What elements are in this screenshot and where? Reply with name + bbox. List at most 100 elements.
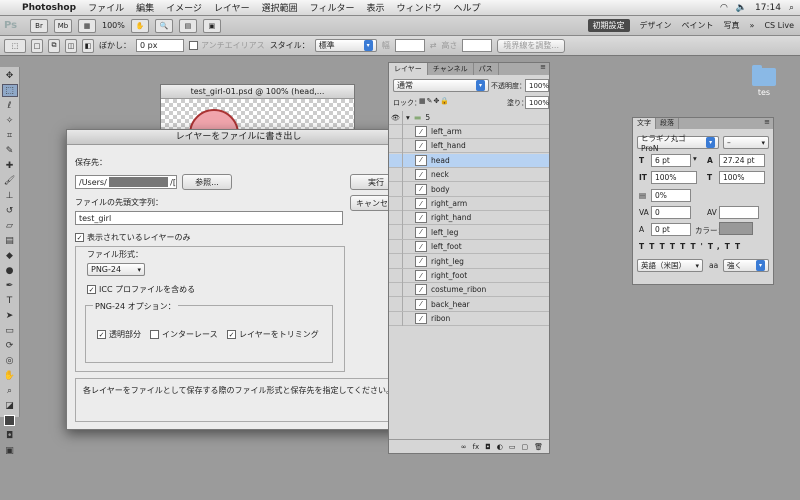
tab-layers[interactable]: レイヤー: [389, 63, 428, 75]
layer-row[interactable]: ⁄ head: [389, 153, 549, 168]
menu-select[interactable]: 選択範囲: [262, 1, 298, 14]
intersect-selection-icon[interactable]: ◧: [82, 38, 94, 53]
3d-orbit-tool-icon[interactable]: ◎: [2, 354, 18, 367]
tab-paths[interactable]: パス: [474, 63, 499, 75]
desktop-folder[interactable]: tes: [750, 65, 778, 97]
document-title[interactable]: test_girl-01.psd @ 100% (head,...: [161, 85, 354, 99]
bridge-button[interactable]: Br: [30, 18, 48, 33]
font-size-input[interactable]: 6 pt: [651, 154, 691, 167]
delete-layer-icon[interactable]: 🗑: [534, 443, 543, 451]
layer-group-row[interactable]: 👁 ▾ ▬ 5: [389, 110, 549, 125]
dodge-tool-icon[interactable]: ●: [2, 264, 18, 277]
workspace-design[interactable]: デザイン: [640, 20, 672, 31]
pen-tool-icon[interactable]: ✒: [2, 279, 18, 292]
blur-tool-icon[interactable]: ◆: [2, 249, 18, 262]
text-style-buttons[interactable]: TTTTTT'T,TT: [639, 242, 745, 251]
tab-character[interactable]: 文字: [633, 118, 656, 129]
menu-edit[interactable]: 編集: [136, 1, 154, 14]
brush-tool-icon[interactable]: 🖌: [2, 174, 18, 187]
layer-row[interactable]: ⁄ ribon: [389, 311, 549, 327]
blend-mode-select[interactable]: 通常 ▾: [393, 79, 489, 92]
tab-channels[interactable]: チャンネル: [428, 63, 474, 75]
hand-tool-icon[interactable]: ✋: [130, 18, 149, 33]
hand-tool-icon[interactable]: ✋: [2, 369, 18, 382]
layer-mask-icon[interactable]: ◘: [485, 443, 491, 451]
height-input[interactable]: [462, 39, 493, 52]
eyedropper-tool-icon[interactable]: ✎: [2, 144, 18, 157]
menu-filter[interactable]: フィルター: [310, 1, 355, 14]
layer-row[interactable]: ⁄ back_hear: [389, 297, 549, 312]
lock-icons[interactable]: ▦✎✥🔒: [419, 97, 450, 105]
text-color-swatch[interactable]: [719, 222, 753, 235]
layer-row[interactable]: ⁄ left_hand: [389, 138, 549, 154]
antialias-select[interactable]: 強く ▾: [723, 259, 769, 272]
layer-style-icon[interactable]: fx: [473, 443, 480, 451]
visibility-eye-icon[interactable]: [389, 153, 403, 168]
menu-help[interactable]: ヘルプ: [454, 1, 481, 14]
menu-app-name[interactable]: Photoshop: [22, 3, 76, 13]
eraser-tool-icon[interactable]: ▱: [2, 219, 18, 232]
workspace-more-icon[interactable]: »: [750, 21, 755, 30]
visibility-eye-icon[interactable]: [389, 239, 403, 254]
visibility-eye-icon[interactable]: [389, 167, 403, 182]
opacity-input[interactable]: 100%: [525, 79, 549, 92]
zoom-tool-icon[interactable]: 🔍: [154, 18, 173, 33]
layer-row[interactable]: ⁄ right_hand: [389, 210, 549, 226]
visibility-eye-icon[interactable]: [389, 210, 403, 225]
destination-input[interactable]: /Users//[: [75, 175, 177, 189]
color-swatches-icon[interactable]: [2, 414, 18, 427]
width-input[interactable]: [394, 39, 425, 52]
group-expand-icon[interactable]: ▾: [406, 113, 410, 122]
workspace-essentials[interactable]: 初期設定: [587, 19, 630, 32]
screen-mode-icon[interactable]: ▣: [2, 444, 18, 457]
lasso-tool-icon[interactable]: ℓ: [2, 99, 18, 112]
clock[interactable]: 17:14: [755, 3, 781, 13]
font-size-arrow-icon[interactable]: ▾: [693, 154, 697, 163]
new-selection-icon[interactable]: □: [31, 38, 43, 53]
menu-file[interactable]: ファイル: [88, 1, 124, 14]
visibility-eye-icon[interactable]: [389, 311, 403, 326]
layer-row[interactable]: ⁄ left_foot: [389, 239, 549, 255]
font-style-select[interactable]: – ▾: [723, 136, 769, 149]
path-select-tool-icon[interactable]: ➤: [2, 309, 18, 322]
layer-row[interactable]: ⁄ left_arm: [389, 124, 549, 139]
zoom-tool-icon[interactable]: ⌕: [2, 384, 18, 397]
visibility-eye-icon[interactable]: 👁: [389, 110, 403, 125]
transparency-checkbox[interactable]: ✓ 透明部分: [97, 329, 141, 340]
refine-edge-button[interactable]: 境界線を調整...: [497, 38, 566, 53]
language-select[interactable]: 英語（米国） ▾: [637, 259, 703, 272]
vertical-scale-input[interactable]: 100%: [651, 171, 697, 184]
leading-input[interactable]: 27.24 pt: [719, 154, 765, 167]
marquee-preset-icon[interactable]: ⬚: [4, 38, 26, 53]
visible-only-checkbox[interactable]: ✓ 表示されているレイヤーのみ: [75, 232, 191, 243]
layer-row[interactable]: ⁄ right_arm: [389, 196, 549, 211]
fill-input[interactable]: 100%: [525, 96, 549, 109]
prefix-input[interactable]: test_girl: [75, 211, 343, 225]
interlace-checkbox[interactable]: インターレース: [150, 329, 218, 340]
search-icon[interactable]: ⌕: [789, 3, 794, 13]
visibility-eye-icon[interactable]: [389, 124, 403, 139]
adjustment-layer-icon[interactable]: ◐: [497, 443, 503, 451]
visibility-eye-icon[interactable]: [389, 225, 403, 240]
menu-layer[interactable]: レイヤー: [214, 1, 250, 14]
font-family-select[interactable]: ヒラギノ丸ゴ ProN ▾: [637, 134, 719, 153]
horizontal-scale-input[interactable]: 100%: [719, 171, 765, 184]
minibridge-button[interactable]: Mb: [54, 18, 72, 33]
layer-row[interactable]: ⁄ right_leg: [389, 254, 549, 269]
tab-paragraph[interactable]: 段落: [656, 118, 679, 129]
quick-mask-icon[interactable]: ◘: [2, 429, 18, 442]
layer-row[interactable]: ⁄ right_foot: [389, 268, 549, 283]
healing-tool-icon[interactable]: ✚: [2, 159, 18, 172]
visibility-eye-icon[interactable]: [389, 138, 403, 153]
tsume-input[interactable]: 0%: [651, 189, 691, 202]
visibility-eye-icon[interactable]: [389, 196, 403, 211]
stamp-tool-icon[interactable]: ⊥: [2, 189, 18, 202]
browse-button[interactable]: 参照...: [182, 174, 232, 190]
type-tool-icon[interactable]: T: [2, 294, 18, 307]
wifi-icon[interactable]: ◠: [720, 3, 728, 13]
3d-rotate-tool-icon[interactable]: ⟳: [2, 339, 18, 352]
volume-icon[interactable]: 🔈: [736, 3, 747, 13]
layer-row[interactable]: ⁄ left_leg: [389, 225, 549, 240]
swap-icon[interactable]: ⇄: [430, 41, 437, 50]
link-layers-icon[interactable]: ∞: [461, 443, 467, 451]
